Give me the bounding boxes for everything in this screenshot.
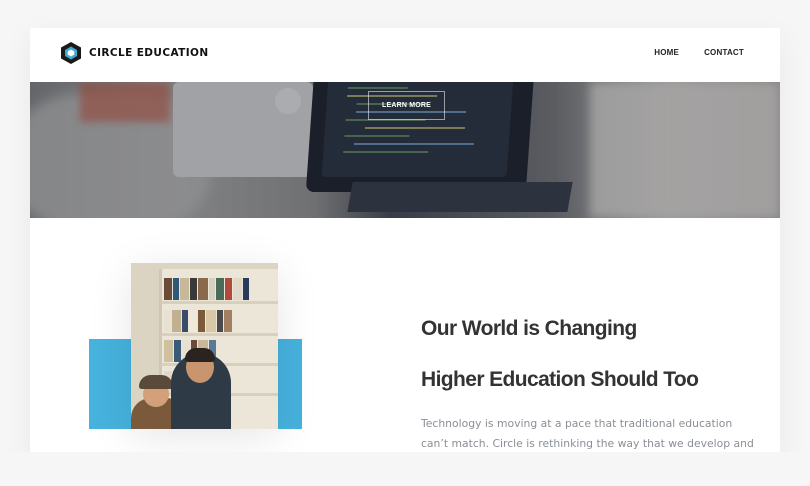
student-figure [185,348,215,362]
nav-item-contact[interactable]: CONTACT [704,48,744,57]
hexagon-logo-icon [61,42,81,64]
brand-name: CIRCLE EDUCATION [89,47,209,59]
brand-link[interactable]: CIRCLE EDUCATION [60,41,209,65]
main-nav: HOME CONTACT [654,48,744,57]
students-library-photo [131,263,278,429]
section-heading-line1: Our World is Changing [421,317,637,340]
learn-more-button[interactable]: LEARN MORE [368,91,445,120]
hero-banner: LEARN MORE [30,82,780,218]
student-figure [139,375,173,389]
page-background [0,452,810,486]
nav-item-home[interactable]: HOME [654,48,679,57]
section-heading-line2: Higher Education Should Too [421,368,699,391]
site-header: CIRCLE EDUCATION HOME CONTACT [30,28,780,82]
